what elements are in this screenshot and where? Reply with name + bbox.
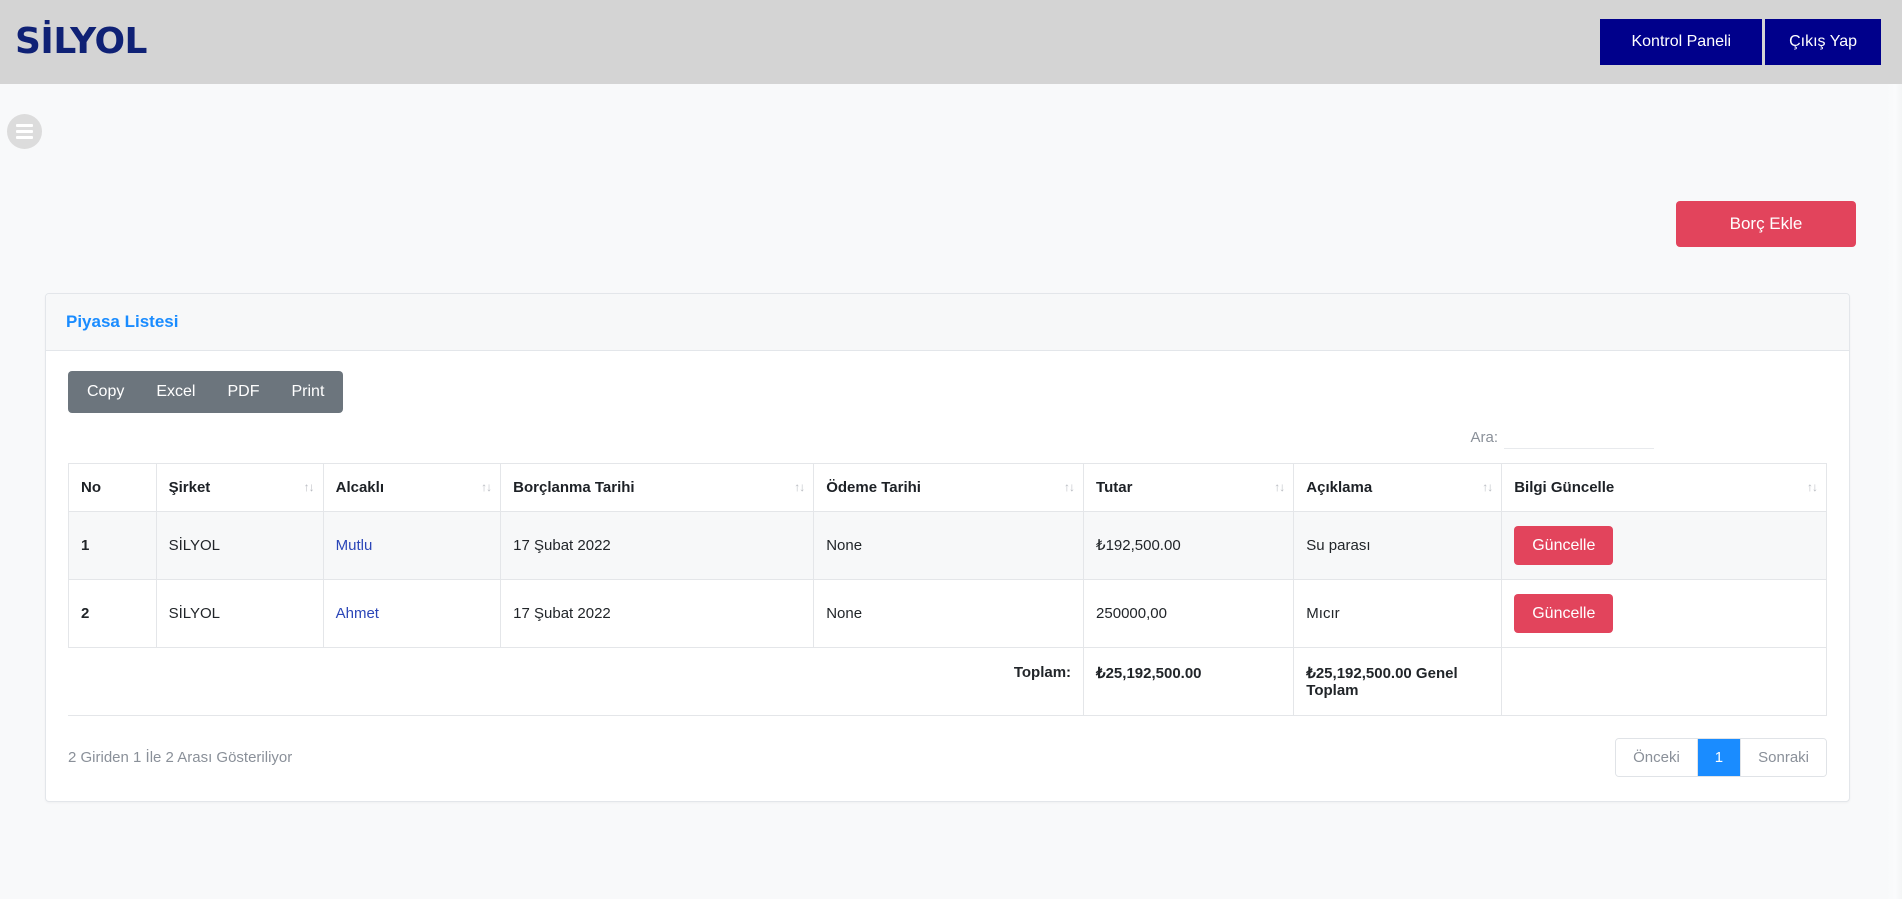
column-label: Tutar [1096,478,1133,496]
column-label: Borçlanma Tarihi [513,478,635,496]
total-label: Toplam: [1013,663,1072,681]
cell-borclanma-tarihi: 17 Şubat 2022 [500,510,815,580]
debts-table: No Şirket ↑↓ Alcaklı ↑↓ Borçlanma Tarihi [67,462,1827,716]
guncelle-button[interactable]: Güncelle [1514,525,1614,565]
cell-bilgi-guncelle: Güncelle [1501,578,1827,648]
column-header-aciklama[interactable]: Açıklama ↑↓ [1293,462,1503,512]
scrollbar-gutter[interactable] [1886,84,1902,899]
page-content: Borç Ekle Piyasa Listesi Copy Excel PDF … [0,84,1902,899]
search-input[interactable] [1504,426,1654,449]
entries-info: 2 Giriden 1 İle 2 Arası Gösteriliyor [68,749,293,767]
cell-tutar: 250000,00 [1083,578,1295,648]
table-body: 1 SİLYOL Mutlu 17 Şubat 2022 None ₺192,5… [68,510,1827,648]
sort-icon: ↑↓ [794,480,805,495]
cell-sirket: SİLYOL [155,578,324,648]
column-label: Açıklama [1306,478,1373,496]
cell-no: 1 [68,510,157,580]
hamburger-bar [16,124,33,127]
alacakli-link[interactable]: Mutlu [336,537,373,554]
search-label: Ara: [1470,429,1498,447]
column-label: Bilgi Güncelle [1514,478,1615,496]
sort-icon: ↑↓ [1064,480,1075,495]
sort-icon: ↑↓ [1274,480,1285,495]
column-header-odeme-tarihi[interactable]: Ödeme Tarihi ↑↓ [813,462,1085,512]
kontrol-paneli-button[interactable]: Kontrol Paneli [1600,19,1763,65]
column-header-alacakli[interactable]: Alcaklı ↑↓ [322,462,502,512]
export-button-group: Copy Excel PDF Print [68,371,344,413]
column-label: No [81,478,101,496]
cell-sirket: SİLYOL [155,510,324,580]
cell-odeme-tarihi: None [813,510,1085,580]
column-header-tutar[interactable]: Tutar ↑↓ [1083,462,1295,512]
table-header-row: No Şirket ↑↓ Alcaklı ↑↓ Borçlanma Tarihi [68,462,1827,512]
pagination: Önceki 1 Sonraki [1615,737,1827,778]
sort-icon: ↑↓ [1482,480,1493,495]
column-header-borclanma-tarihi[interactable]: Borçlanma Tarihi ↑↓ [500,462,815,512]
cell-odeme-tarihi: None [813,578,1085,648]
pagination-next[interactable]: Sonraki [1741,738,1826,777]
pagination-previous[interactable]: Önceki [1616,738,1698,777]
sort-icon: ↑↓ [481,480,492,495]
cell-bilgi-guncelle: Güncelle [1501,510,1827,580]
navbar-actions: Kontrol Paneli Çıkış Yap [1600,19,1881,65]
top-navbar: SİLYOL Kontrol Paneli Çıkış Yap [0,0,1902,84]
column-header-sirket[interactable]: Şirket ↑↓ [155,462,324,512]
cell-no: 2 [68,578,157,648]
column-label: Şirket [168,478,211,496]
table-head: No Şirket ↑↓ Alcaklı ↑↓ Borçlanma Tarihi [68,462,1827,512]
table-total-row: Toplam: ₺25,192,500.00 ₺25,192,500.00 Ge… [67,646,1827,716]
cell-aciklama: Su parası [1293,510,1503,580]
print-button[interactable]: Print [275,371,343,412]
column-header-no[interactable]: No [68,462,157,512]
cikis-yap-button[interactable]: Çıkış Yap [1765,19,1881,65]
footer-spacer: Toplam: [67,646,1085,716]
hamburger-bar [16,130,33,133]
cell-borclanma-tarihi: 17 Şubat 2022 [500,578,815,648]
sort-icon: ↑↓ [303,480,315,495]
brand-logo[interactable]: SİLYOL [15,24,147,60]
card-header: Piyasa Listesi [46,294,1849,352]
piyasa-listesi-card: Piyasa Listesi Copy Excel PDF Print Ara: [45,293,1850,803]
pdf-button[interactable]: PDF [211,371,275,412]
card-body: Copy Excel PDF Print Ara: No Şirket ↑↓ A… [46,351,1849,801]
cell-tutar: ₺192,500.00 [1083,510,1295,580]
column-label: Alcaklı [335,478,384,496]
column-header-bilgi-guncelle[interactable]: Bilgi Güncelle ↑↓ [1501,462,1827,512]
footer-blank [1501,646,1827,716]
column-label: Ödeme Tarihi [826,478,921,496]
cell-alacakli: Mutlu [322,510,502,580]
excel-button[interactable]: Excel [140,371,211,412]
table-footer-bar: 2 Giriden 1 İle 2 Arası Gösteriliyor Önc… [68,737,1827,778]
sort-icon: ↑↓ [1807,480,1818,495]
page-title: Piyasa Listesi [66,312,179,331]
copy-button[interactable]: Copy [68,371,140,412]
footer-grand-total: ₺25,192,500.00 Genel Toplam [1293,646,1503,716]
footer-total-amount: ₺25,192,500.00 [1083,646,1295,716]
table-row: 2 SİLYOL Ahmet 17 Şubat 2022 None 250000… [68,578,1827,648]
table-row: 1 SİLYOL Mutlu 17 Şubat 2022 None ₺192,5… [68,510,1827,580]
hamburger-icon[interactable] [7,114,42,149]
cell-aciklama: Mıcır [1293,578,1503,648]
alacakli-link[interactable]: Ahmet [336,605,379,622]
guncelle-button[interactable]: Güncelle [1514,593,1614,633]
table-footer: Toplam: ₺25,192,500.00 ₺25,192,500.00 Ge… [67,646,1827,716]
pagination-page-1[interactable]: 1 [1697,738,1742,777]
hamburger-bar [16,136,33,139]
cell-alacakli: Ahmet [322,578,502,648]
search-area: Ara: [68,426,1827,449]
add-debt-button[interactable]: Borç Ekle [1676,201,1856,247]
